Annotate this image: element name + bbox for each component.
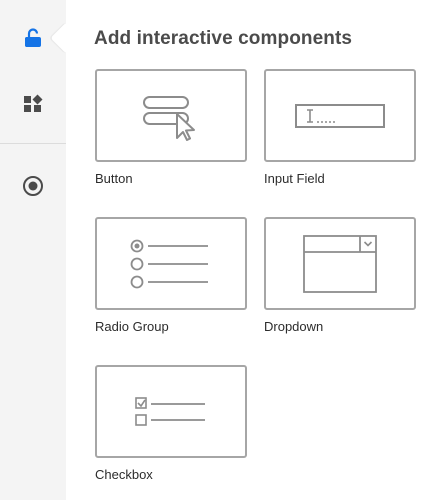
interactive-lock-icon bbox=[25, 28, 41, 47]
tile-label: Input Field bbox=[264, 171, 325, 186]
component-tile-checkbox[interactable]: Checkbox bbox=[95, 365, 247, 482]
panel-title: Add interactive components bbox=[94, 28, 353, 49]
checkbox-list-icon bbox=[135, 396, 205, 426]
tile-preview bbox=[95, 365, 247, 458]
button-pointer-icon bbox=[143, 95, 195, 141]
component-tile-button[interactable]: Button bbox=[95, 69, 247, 186]
tile-label: Radio Group bbox=[95, 319, 169, 334]
component-tile-input-field[interactable]: Input Field bbox=[264, 69, 416, 186]
rail-item-components[interactable] bbox=[0, 76, 66, 132]
tile-preview bbox=[95, 69, 247, 162]
rail-item-record[interactable] bbox=[0, 158, 66, 214]
tile-label: Checkbox bbox=[95, 467, 153, 482]
record-icon bbox=[23, 176, 43, 196]
tile-label: Dropdown bbox=[264, 319, 324, 334]
left-rail bbox=[0, 0, 66, 500]
dropdown-list-icon bbox=[303, 234, 377, 293]
radio-list-icon bbox=[130, 239, 208, 288]
tile-preview bbox=[264, 69, 416, 162]
component-tile-dropdown[interactable]: Dropdown bbox=[264, 217, 416, 334]
component-tile-radio-group[interactable]: Radio Group bbox=[95, 217, 247, 334]
components-grid-icon bbox=[24, 94, 43, 112]
text-cursor-field-icon bbox=[295, 103, 385, 128]
tile-label: Button bbox=[95, 171, 133, 186]
tile-preview bbox=[264, 217, 416, 310]
tile-preview bbox=[95, 217, 247, 310]
rail-divider bbox=[0, 143, 66, 144]
